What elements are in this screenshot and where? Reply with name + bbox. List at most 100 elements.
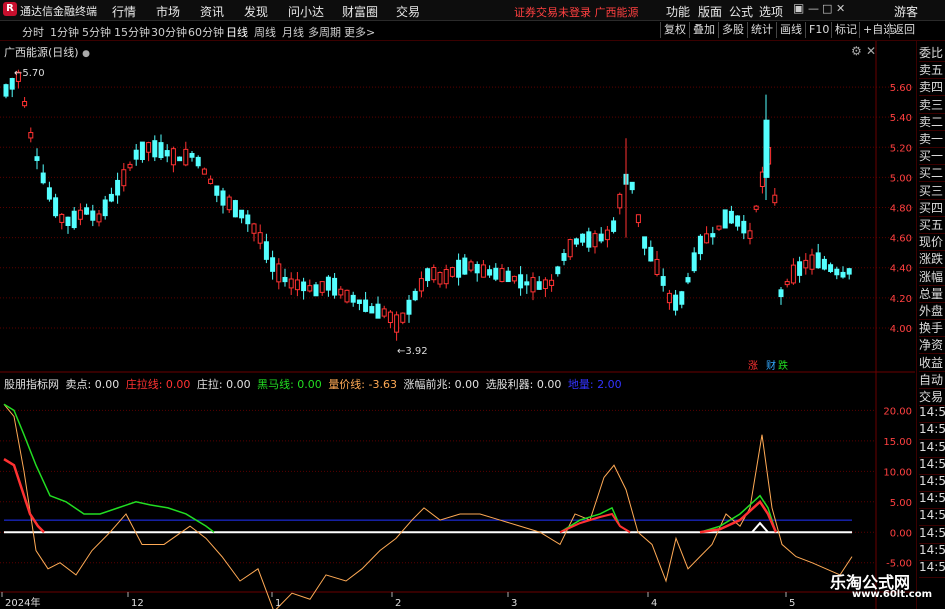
- menu-item-trade[interactable]: 交易: [396, 3, 420, 20]
- candle-body: [133, 149, 139, 160]
- skin-icon[interactable]: ▣: [793, 1, 804, 15]
- menu-item-market-quotes[interactable]: 行情: [112, 3, 136, 20]
- side-panel-item: 卖四: [919, 78, 945, 97]
- period-tab-15min[interactable]: 15分钟: [114, 24, 150, 40]
- chart-title: 广西能源(日线) ●: [4, 44, 90, 60]
- candle-body: [555, 266, 561, 275]
- price-tick-label: 4.80: [890, 204, 912, 215]
- indicator-dark-horse-line: 黑马线: 0.00: [257, 378, 322, 391]
- menu-item-discover[interactable]: 发现: [244, 3, 268, 20]
- candle-body: [146, 142, 152, 153]
- candle-body: [629, 181, 635, 191]
- candle-body: [654, 258, 660, 275]
- candle-body: [573, 238, 579, 245]
- candle-body: [394, 314, 400, 333]
- side-panel-item: 净资: [919, 336, 945, 355]
- close-icon[interactable]: ✕: [836, 2, 845, 15]
- period-tab-timeshare[interactable]: 分时: [22, 24, 44, 40]
- candle-body: [282, 276, 288, 283]
- menu-item-formula[interactable]: 公式: [729, 3, 753, 20]
- period-tab-1min[interactable]: 1分钟: [50, 24, 79, 40]
- minimize-icon[interactable]: —: [808, 2, 819, 15]
- candle-body: [425, 268, 431, 282]
- candle-body: [152, 140, 158, 158]
- period-tab-multi[interactable]: 多周期: [308, 24, 341, 40]
- period-tab-weekly[interactable]: 周线: [254, 24, 276, 40]
- side-panel-item: 14:56: [919, 491, 945, 510]
- indicator-zhuang-la: 庄拉: 0.00: [196, 378, 251, 391]
- candle-body: [34, 156, 40, 161]
- chevron-down-icon[interactable]: ●: [82, 49, 90, 59]
- candle-body: [462, 257, 468, 275]
- chart-settings-icon[interactable]: ⚙: [851, 44, 862, 58]
- guest-label[interactable]: 游客: [894, 3, 918, 20]
- chart-close-icon[interactable]: ✕: [866, 44, 876, 58]
- candle-body: [704, 233, 710, 244]
- candle-body: [232, 200, 238, 218]
- candle-body: [381, 308, 387, 317]
- side-panel-item: 买二: [919, 164, 945, 183]
- candle-body: [499, 268, 505, 283]
- statistics-button[interactable]: 统计: [747, 22, 776, 38]
- indicator-name[interactable]: 股朋指标网: [4, 378, 59, 391]
- period-tab-5min[interactable]: 5分钟: [82, 24, 111, 40]
- side-panel-item: 14:56: [919, 440, 945, 458]
- menu-item-ask[interactable]: 问小达: [288, 3, 324, 20]
- indicator-volume-price-line: 量价线: -3.63: [328, 378, 397, 391]
- indicator-legend: 股朋指标网 卖点: 0.00 庄拉线: 0.00 庄拉: 0.00 黑马线: 0…: [4, 376, 625, 392]
- adjust-button[interactable]: 复权: [660, 22, 689, 38]
- date-tick-label: 2024年: [5, 596, 40, 609]
- period-tab-60min[interactable]: 60分钟: [188, 24, 224, 40]
- restore-icon[interactable]: □: [822, 2, 832, 15]
- menu-item-layout[interactable]: 版面: [698, 3, 722, 20]
- candle-body: [387, 311, 393, 324]
- price-tick-label: 4.60: [890, 234, 912, 245]
- period-tab-daily[interactable]: 日线: [226, 24, 248, 40]
- menu-item-wealth-circle[interactable]: 财富圈: [342, 3, 378, 20]
- indicator-sell-point: 卖点: 0.00: [65, 378, 120, 391]
- candle-body: [790, 264, 796, 284]
- candle-body: [195, 156, 201, 167]
- candle-body: [635, 214, 641, 224]
- candle-body: [208, 178, 214, 184]
- side-panel-item: 14:56: [919, 543, 945, 561]
- menu-item-options[interactable]: 选项: [759, 3, 783, 20]
- period-tab-30min[interactable]: 30分钟: [151, 24, 187, 40]
- side-panel-item[interactable]: 交易: [919, 388, 945, 406]
- finance-marker: 财: [766, 359, 776, 372]
- candle-body: [332, 277, 338, 296]
- multi-stock-button[interactable]: 多股: [718, 22, 747, 38]
- draw-line-button[interactable]: 画线: [776, 22, 805, 38]
- watermark-url: www.60lt.com: [852, 589, 933, 600]
- candle-body: [46, 187, 52, 200]
- candle-body: [418, 278, 424, 292]
- f10-button[interactable]: F10: [805, 22, 832, 38]
- side-panel-item: 14:56: [919, 405, 945, 424]
- period-tab-more[interactable]: 更多>: [344, 24, 375, 40]
- candle-body: [319, 281, 325, 293]
- period-tab-monthly[interactable]: 月线: [282, 24, 304, 40]
- menu-item-market[interactable]: 市场: [156, 3, 180, 20]
- date-tick-label: 1: [275, 598, 281, 609]
- side-panel-item[interactable]: 自动: [919, 371, 945, 389]
- menu-item-news[interactable]: 资讯: [200, 3, 224, 20]
- candle-body: [673, 294, 679, 311]
- candle-body: [524, 281, 530, 286]
- candle-body: [778, 289, 784, 298]
- mark-button[interactable]: 标记: [831, 22, 860, 38]
- dark-horse-line: [699, 494, 777, 533]
- candle-body: [301, 281, 307, 292]
- candle-body: [65, 216, 71, 226]
- candle-body: [815, 252, 821, 269]
- side-panel-item: 买一: [919, 147, 945, 166]
- trade-login-warning[interactable]: 证券交易未登录 广西能源: [514, 4, 639, 20]
- overlay-button[interactable]: 叠加: [689, 22, 718, 38]
- date-tick-label: 4: [651, 598, 657, 609]
- back-button[interactable]: 返回: [889, 22, 918, 38]
- candle-body: [772, 194, 778, 204]
- kline-chart[interactable]: 5.60 5.40 5.20 5.00 4.80 4.60 4.40 4.20 4.00 ←5.7…: [0, 41, 915, 609]
- candle-body: [437, 271, 443, 285]
- menu-item-function[interactable]: 功能: [666, 3, 690, 20]
- candle-body: [728, 210, 734, 224]
- candle-body: [40, 172, 46, 184]
